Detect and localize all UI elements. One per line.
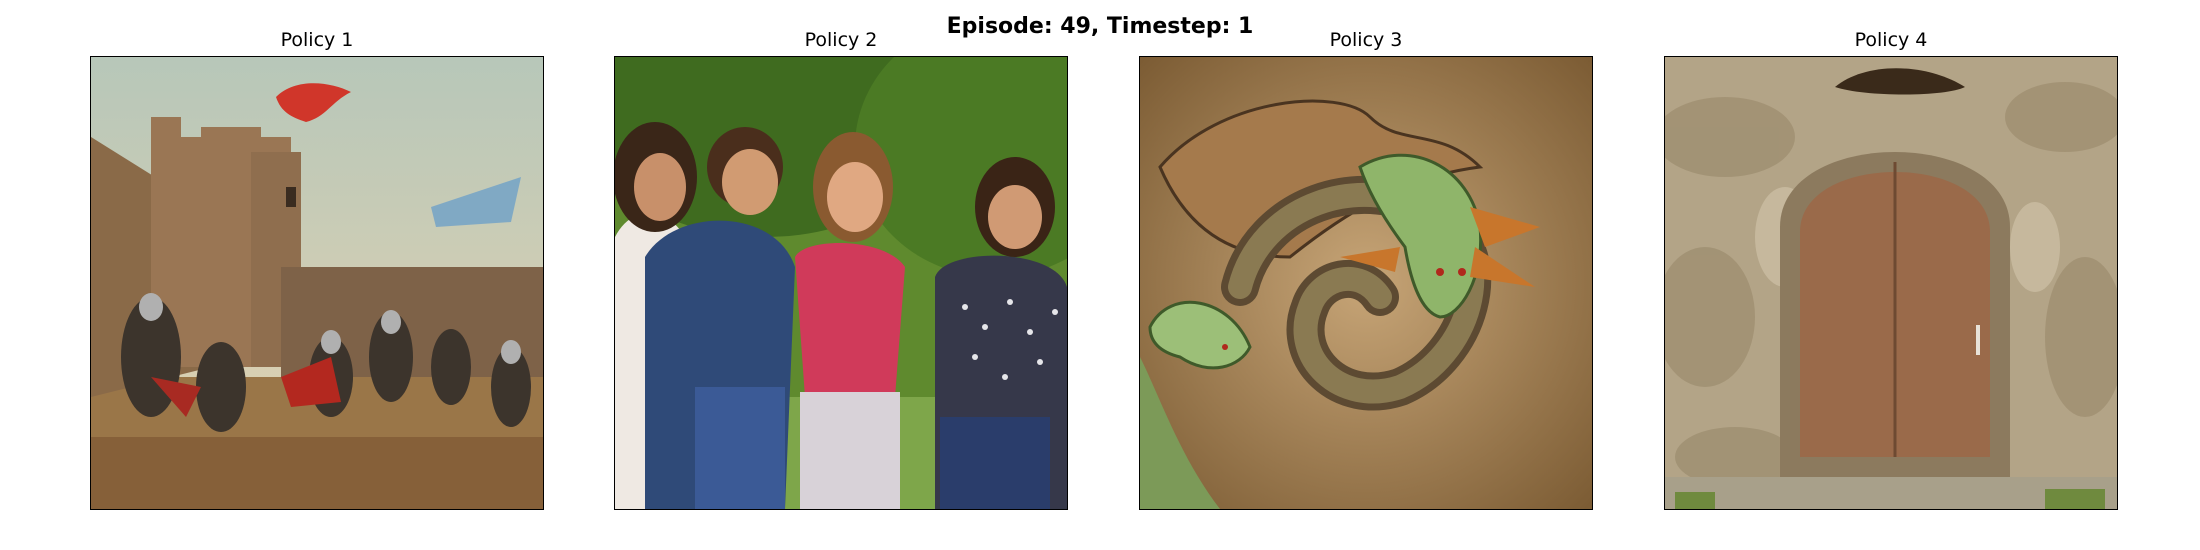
policy-2-title: Policy 2 — [804, 29, 878, 51]
policy-4-image — [1664, 56, 2118, 510]
policy-1-title: Policy 1 — [280, 29, 354, 51]
policy-3-title: Policy 3 — [1329, 29, 1403, 51]
policy-4-title: Policy 4 — [1854, 29, 1928, 51]
dragon-drawing — [1140, 57, 1592, 509]
policy-1-panel: Policy 1 — [90, 26, 544, 510]
policy-4-panel: Policy 4 — [1664, 26, 2118, 510]
policy-2-image — [614, 56, 1068, 510]
policy-3-image — [1139, 56, 1593, 510]
policy-1-image — [90, 56, 544, 510]
policy-3-panel: Policy 3 — [1139, 26, 1593, 510]
castle-battle-illustration — [91, 57, 543, 509]
laughing-friends-photo — [615, 57, 1067, 509]
stone-wall-door-photo — [1665, 57, 2117, 509]
policy-2-panel: Policy 2 — [614, 26, 1068, 510]
